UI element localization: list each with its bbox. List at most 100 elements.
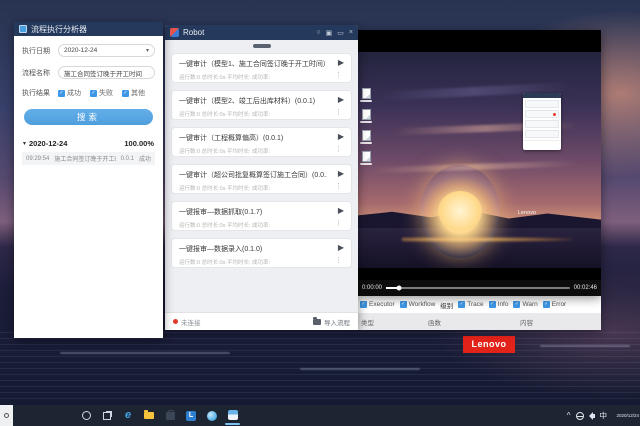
filter-warn[interactable]: ✓Warn [513, 301, 537, 308]
filter-label: Info [498, 301, 509, 308]
taskbar-clock[interactable]: 2020/12/24 [612, 413, 639, 419]
total-time: 00:02:46 [574, 285, 597, 291]
filter-info[interactable]: ✓Info [489, 301, 509, 308]
bubble-glow [438, 191, 482, 231]
import-process-button[interactable]: 导入流程 [313, 317, 350, 327]
checkbox-checked-icon: ✓ [90, 90, 97, 97]
task-view-button[interactable] [101, 409, 113, 422]
more-menu-icon[interactable]: ⋮ [335, 182, 342, 190]
process-title: 一键审计（工程概算偏高）(0.0.1) [179, 133, 327, 143]
ime-indicator[interactable]: 中 [600, 410, 608, 421]
analyzer-titlebar[interactable]: 流程执行分析器 [14, 22, 163, 36]
browser-app-button[interactable] [206, 409, 218, 422]
run-icon[interactable]: ▶ [338, 132, 344, 141]
process-card[interactable]: 一键报审—数据录入(0.1.0) 运行数:0 总时长:0s 平均时长: 成功率:… [171, 238, 352, 268]
option-success[interactable]: ✓成功 [58, 88, 81, 98]
edge-button[interactable]: e [122, 409, 134, 422]
process-meta: 运行数:0 总时长:0s 平均时长: 成功率: [179, 184, 327, 192]
run-icon[interactable]: ▶ [338, 169, 344, 178]
seek-bar[interactable] [386, 287, 570, 289]
filter-label: Warn [522, 301, 537, 308]
checkbox-checked-icon[interactable]: ✓ [360, 301, 367, 308]
process-name-value: 施工合同签订晚于开工时间 [64, 68, 142, 78]
current-time: 0:00:00 [362, 285, 382, 291]
option-failure[interactable]: ✓失败 [90, 88, 113, 98]
filter-error[interactable]: ✓Error [543, 301, 566, 308]
log-col-content: 内容 [520, 317, 601, 327]
robot-titlebar[interactable]: Robot ○ ▣ ▭ × [165, 25, 358, 40]
robot-title: Robot [183, 28, 204, 37]
analyzer-title: 流程执行分析器 [31, 24, 87, 35]
robot-logo-icon [170, 28, 179, 37]
analyzer-taskbar-button[interactable] [227, 409, 239, 422]
more-menu-icon[interactable]: ⋮ [335, 145, 342, 153]
checkbox-checked-icon[interactable]: ✓ [543, 301, 550, 308]
result-group-row[interactable]: ▾ 2020-12-24 100.00% [22, 139, 155, 148]
video-robot-window [523, 93, 561, 150]
store-button[interactable] [164, 409, 176, 422]
process-meta: 运行数:0 总时长:0s 平均时长: 成功率: [179, 73, 327, 81]
more-menu-icon[interactable]: ⋮ [335, 108, 342, 116]
taskbar-search-box[interactable] [0, 405, 13, 426]
video-desktop-icons [360, 88, 372, 165]
minimize-icon[interactable]: ▭ [337, 29, 344, 37]
video-frame[interactable]: Lenovo [358, 52, 601, 268]
cortana-button[interactable] [80, 409, 92, 422]
refresh-icon[interactable]: ○ [316, 29, 320, 37]
seek-knob[interactable] [396, 286, 401, 291]
result-label: 执行结果 [22, 88, 58, 98]
process-card[interactable]: 一键审计（模型2、竣工后出库材料）(0.0.1) 运行数:0 总时长:0s 平均… [171, 90, 352, 120]
close-icon[interactable]: × [349, 29, 353, 37]
lenovo-logo: Lenovo [463, 336, 515, 353]
option-other[interactable]: ✓其他 [122, 88, 145, 98]
log-panel-window: ✓Executor ✓Workflow 级别 ✓Trace ✓Info ✓War… [358, 296, 601, 330]
run-icon[interactable]: ▶ [338, 58, 344, 67]
process-title: 一键审计（模型1、施工合同签订晚于开工时间）(0.0.1) [179, 59, 327, 69]
process-card[interactable]: 一键审计（工程概算偏高）(0.0.1) 运行数:0 总时长:0s 平均时长: 成… [171, 127, 352, 157]
run-icon[interactable]: ▶ [338, 243, 344, 252]
filter-trace[interactable]: ✓Trace [458, 301, 483, 308]
process-name-input[interactable]: 施工合同签订晚于开工时间 [58, 66, 155, 79]
checkbox-checked-icon[interactable]: ✓ [400, 301, 407, 308]
filter-executor[interactable]: ✓Executor [360, 301, 395, 308]
process-card[interactable]: 一键审计（超公司批复概算签订施工合同）(0.0.1) 运行数:0 总时长:0s … [171, 164, 352, 194]
expand-icon[interactable]: ▾ [23, 140, 26, 147]
checkbox-checked-icon[interactable]: ✓ [458, 301, 465, 308]
l-app-icon: L [186, 411, 196, 421]
robot-window: Robot ○ ▣ ▭ × 一键审计（模型1、施工合同签订晚于开工时间）(0.0… [165, 25, 358, 330]
date-select[interactable]: 2020-12-24 ▾ [58, 44, 155, 57]
water-glint [300, 368, 420, 370]
network-icon[interactable] [576, 412, 584, 420]
volume-icon[interactable] [589, 412, 595, 420]
scroll-handle[interactable] [253, 44, 271, 48]
option-label: 成功 [67, 88, 81, 98]
date-value: 2020-12-24 [64, 47, 97, 54]
run-icon[interactable]: ▶ [338, 95, 344, 104]
more-menu-icon[interactable]: ⋮ [335, 71, 342, 79]
process-card[interactable]: 一键审计（模型1、施工合同签订晚于开工时间）(0.0.1) 运行数:0 总时长:… [171, 53, 352, 83]
process-card[interactable]: 一键报审—数据抓取(0.1.7) 运行数:0 总时长:0s 平均时长: 成功率:… [171, 201, 352, 231]
more-menu-icon[interactable]: ⋮ [335, 219, 342, 227]
process-name-label: 流程名称 [22, 68, 58, 78]
log-filter-row: ✓Executor ✓Workflow 级别 ✓Trace ✓Info ✓War… [358, 296, 601, 313]
checkbox-checked-icon[interactable]: ✓ [489, 301, 496, 308]
search-button[interactable]: 搜索 [24, 109, 153, 125]
lenovo-sign: Lenovo [518, 210, 536, 216]
pin-icon[interactable]: ▣ [326, 29, 333, 37]
run-icon[interactable]: ▶ [338, 206, 344, 215]
result-row[interactable]: 09:29:54 施工合同签订晚于开工时间 0.0.1 成功 [22, 152, 155, 165]
checkbox-checked-icon[interactable]: ✓ [513, 301, 520, 308]
analyzer-app-icon [19, 25, 27, 33]
connection-status: 未连接 [181, 317, 201, 327]
process-title: 一键报审—数据录入(0.1.0) [179, 244, 327, 254]
import-label: 导入流程 [324, 317, 350, 327]
checkbox-checked-icon: ✓ [58, 90, 65, 97]
process-title: 一键审计（模型2、竣工后出库材料）(0.0.1) [179, 96, 327, 106]
tray-expand-button[interactable]: ^ [567, 412, 571, 420]
import-icon [313, 319, 321, 325]
l-app-button[interactable]: L [185, 409, 197, 422]
filter-workflow[interactable]: ✓Workflow [400, 301, 436, 308]
group-date: 2020-12-24 [29, 139, 67, 148]
more-menu-icon[interactable]: ⋮ [335, 256, 342, 264]
file-explorer-button[interactable] [143, 409, 155, 422]
